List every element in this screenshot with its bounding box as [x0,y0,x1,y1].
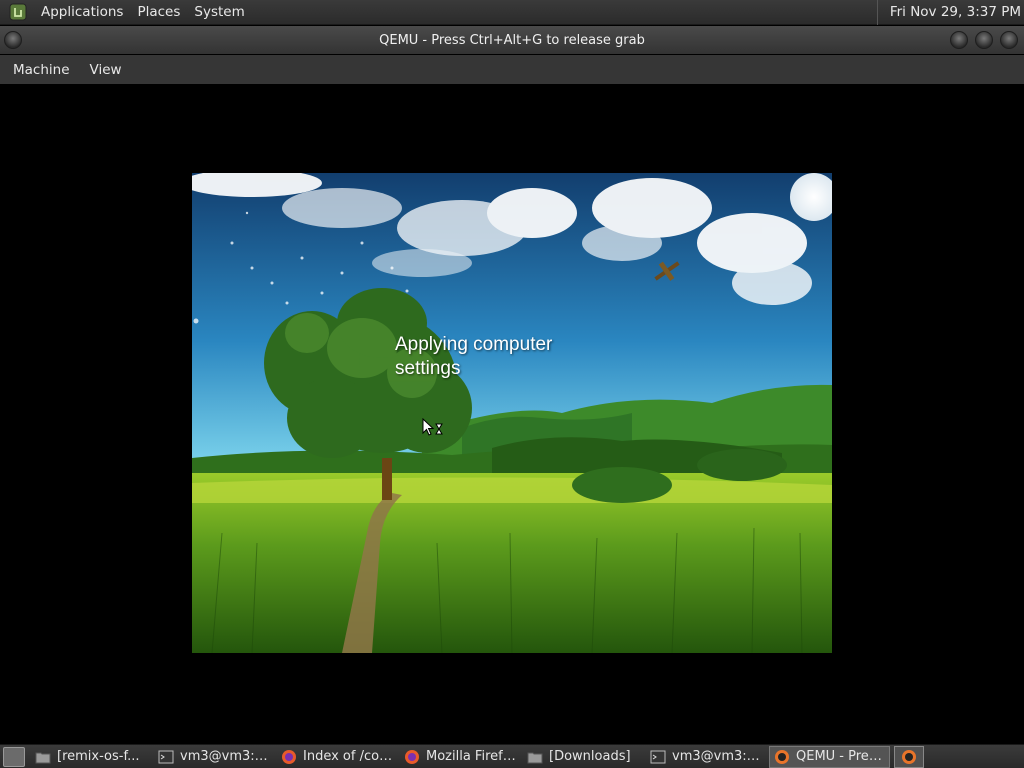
clock[interactable]: Fri Nov 29, 3:37 PM [876,0,1021,25]
window-title: QEMU - Press Ctrl+Alt+G to release grab [379,32,645,48]
status-line-2: settings [395,358,461,379]
close-button[interactable] [1000,31,1018,49]
window-menu-button[interactable] [4,31,22,49]
places-menu[interactable]: Places [130,0,187,25]
qemu-icon [902,749,916,764]
taskbar-item-downloads-folder[interactable]: [Downloads] [523,746,644,768]
taskbar-item-terminal-1[interactable]: vm3@vm3:~... [154,746,275,768]
taskbar-item-label: QEMU - Pres... [796,749,885,764]
vm-display[interactable]: Applying computer settings [0,84,1024,744]
taskbar-item-firefox-index[interactable]: Index of /col... [277,746,398,768]
folder-icon [35,752,51,763]
top-panel: Applications Places System Fri Nov 29, 3… [0,0,1024,25]
taskbar-item-label: [Downloads] [549,749,631,764]
terminal-icon [650,750,666,763]
folder-icon [527,752,543,763]
taskbar-item-firefox[interactable]: Mozilla Firefox [400,746,521,768]
taskbar-item-terminal-2[interactable]: vm3@vm3:~... [646,746,767,768]
bottom-taskbar: [remix-os-f... vm3@vm3:~... Index of /co… [0,744,1024,768]
view-menu[interactable]: View [80,62,132,78]
maximize-button[interactable] [975,31,993,49]
qemu-icon [775,749,789,764]
applications-menu[interactable]: Applications [34,0,130,25]
taskbar-item-label: vm3@vm3:~... [180,749,271,764]
taskbar-item-label: Mozilla Firefox [426,749,517,764]
wallpaper-landscape [192,173,832,653]
machine-menu[interactable]: Machine [3,62,80,78]
busy-cursor-icon [422,418,443,436]
qemu-menubar: Machine View [0,55,1024,84]
tray-qemu-indicator[interactable] [894,745,924,768]
guest-screen[interactable]: Applying computer settings [192,173,832,653]
taskbar-item-remix-folder[interactable]: [remix-os-f... [31,746,152,768]
status-line-1: Applying computer [395,334,553,355]
minimize-button[interactable] [950,31,968,49]
system-menu[interactable]: System [187,0,251,25]
mint-menu-icon[interactable] [9,3,27,21]
window-titlebar[interactable]: QEMU - Press Ctrl+Alt+G to release grab [0,26,1024,54]
firefox-icon [405,749,419,764]
firefox-icon [282,749,296,764]
show-desktop-button[interactable] [3,746,25,767]
taskbar-item-qemu[interactable]: QEMU - Pres... [769,745,890,768]
taskbar-item-label: [remix-os-f... [57,749,140,764]
taskbar-item-label: vm3@vm3:~... [672,749,763,764]
taskbar-item-label: Index of /col... [303,749,394,764]
terminal-icon [158,750,174,763]
login-status-text: Applying computer settings [395,333,595,381]
